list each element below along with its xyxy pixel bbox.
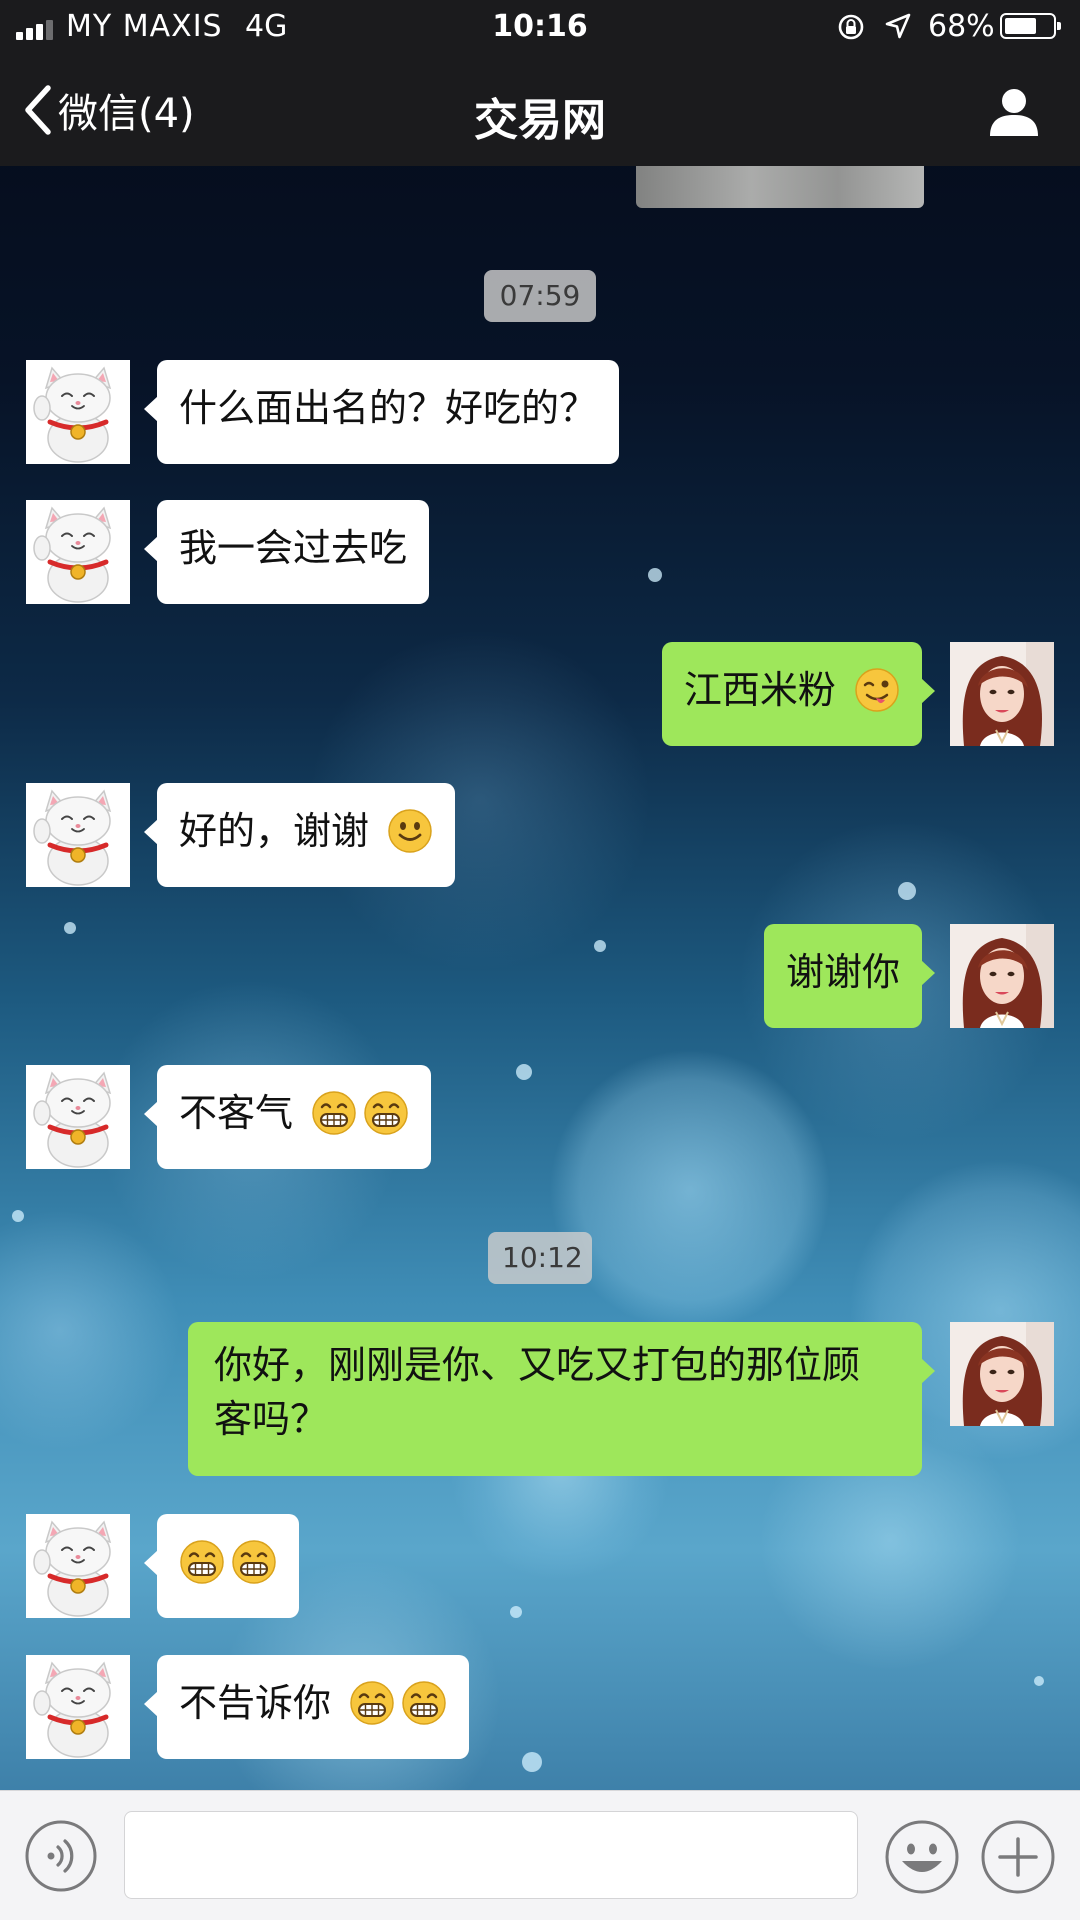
message-bubble[interactable]: 不客气 <box>143 1065 432 1169</box>
grin-emoji <box>402 1680 446 1725</box>
timestamp: 07:59 <box>484 270 596 322</box>
voice-icon[interactable] <box>24 1819 98 1893</box>
grin-emoji <box>350 1680 394 1725</box>
battery-level <box>1005 18 1037 34</box>
wallpaper-dot <box>510 1606 522 1618</box>
wallpaper-dot <box>594 940 606 952</box>
woman-avatar <box>950 924 1054 1028</box>
message-bubble[interactable]: 好的，谢谢 <box>143 783 456 887</box>
lucky-cat-avatar <box>26 1065 130 1169</box>
input-bar <box>0 1790 1080 1920</box>
person-icon[interactable] <box>984 84 1044 140</box>
message-bubble[interactable]: 我一会过去吃 <box>143 500 430 604</box>
message-bubble[interactable]: 你好，刚刚是你、又吃又打包的那位顾客吗？ <box>188 1322 935 1476</box>
message-text: 什么面出名的？好吃的？ <box>179 386 598 430</box>
wink-tongue-emoji <box>855 667 899 712</box>
location-arrow-icon <box>885 13 911 39</box>
message-bubble[interactable]: 什么面出名的？好吃的？ <box>143 360 620 464</box>
plus-icon[interactable] <box>980 1819 1056 1895</box>
message-bubble[interactable]: 谢谢你 <box>763 924 936 1028</box>
woman-avatar <box>950 1322 1054 1426</box>
grin-emoji <box>364 1090 408 1135</box>
message-bubble[interactable] <box>144 1514 299 1618</box>
emoji-icon[interactable] <box>884 1819 960 1895</box>
rotation-lock-icon <box>838 14 864 40</box>
wallpaper-dot <box>12 1210 24 1222</box>
contact-avatar[interactable] <box>26 360 130 464</box>
lucky-cat-avatar <box>26 1655 130 1759</box>
lucky-cat-avatar <box>26 1514 130 1618</box>
lucky-cat-avatar <box>26 783 130 887</box>
message-text: 不告诉你 <box>179 1681 332 1725</box>
battery-percent: 68% <box>928 9 995 44</box>
message-text: 谢谢你 <box>785 950 900 994</box>
woman-avatar <box>950 642 1054 746</box>
my-avatar[interactable] <box>950 642 1054 746</box>
message-text: 我一会过去吃 <box>179 526 408 570</box>
my-avatar[interactable] <box>950 1322 1054 1426</box>
timestamp: 10:12 <box>488 1232 592 1284</box>
message-bubble[interactable]: 江西米粉 <box>661 642 936 746</box>
grin-emoji <box>312 1090 356 1135</box>
message-text: 江西米粉 <box>683 668 836 712</box>
lucky-cat-avatar <box>26 500 130 604</box>
wallpaper-dot <box>898 882 916 900</box>
contact-avatar[interactable] <box>26 1065 130 1169</box>
grin-emoji <box>232 1539 276 1584</box>
contact-avatar[interactable] <box>26 783 130 887</box>
smile-emoji <box>388 808 432 853</box>
wallpaper-dot <box>648 568 662 582</box>
battery-icon <box>1000 13 1061 39</box>
wallpaper-dot <box>516 1064 532 1080</box>
wallpaper-dot <box>522 1752 542 1772</box>
message-text: 不客气 <box>179 1091 294 1135</box>
message-text: 好的，谢谢 <box>179 809 370 853</box>
grin-emoji <box>180 1539 224 1584</box>
my-avatar[interactable] <box>950 924 1054 1028</box>
contact-avatar[interactable] <box>26 1655 130 1759</box>
contact-avatar[interactable] <box>26 1514 130 1618</box>
contact-avatar[interactable] <box>26 500 130 604</box>
chat-title: 交易网 <box>474 95 606 146</box>
status-time: 10:16 <box>492 9 588 44</box>
wallpaper-dot <box>64 922 76 934</box>
lucky-cat-avatar <box>26 360 130 464</box>
status-bar: MY MAXIS 4G 10:16 68% <box>0 0 1080 54</box>
message-text: 你好，刚刚是你、又吃又打包的那位顾客吗？ <box>214 1343 861 1441</box>
message-bubble[interactable]: 不告诉你 <box>143 1655 470 1759</box>
wallpaper-dot <box>1034 1676 1044 1686</box>
nav-bar: 微信(4) 交易网 <box>0 54 1080 166</box>
image-message-preview[interactable] <box>636 166 924 208</box>
message-input[interactable] <box>124 1811 858 1899</box>
